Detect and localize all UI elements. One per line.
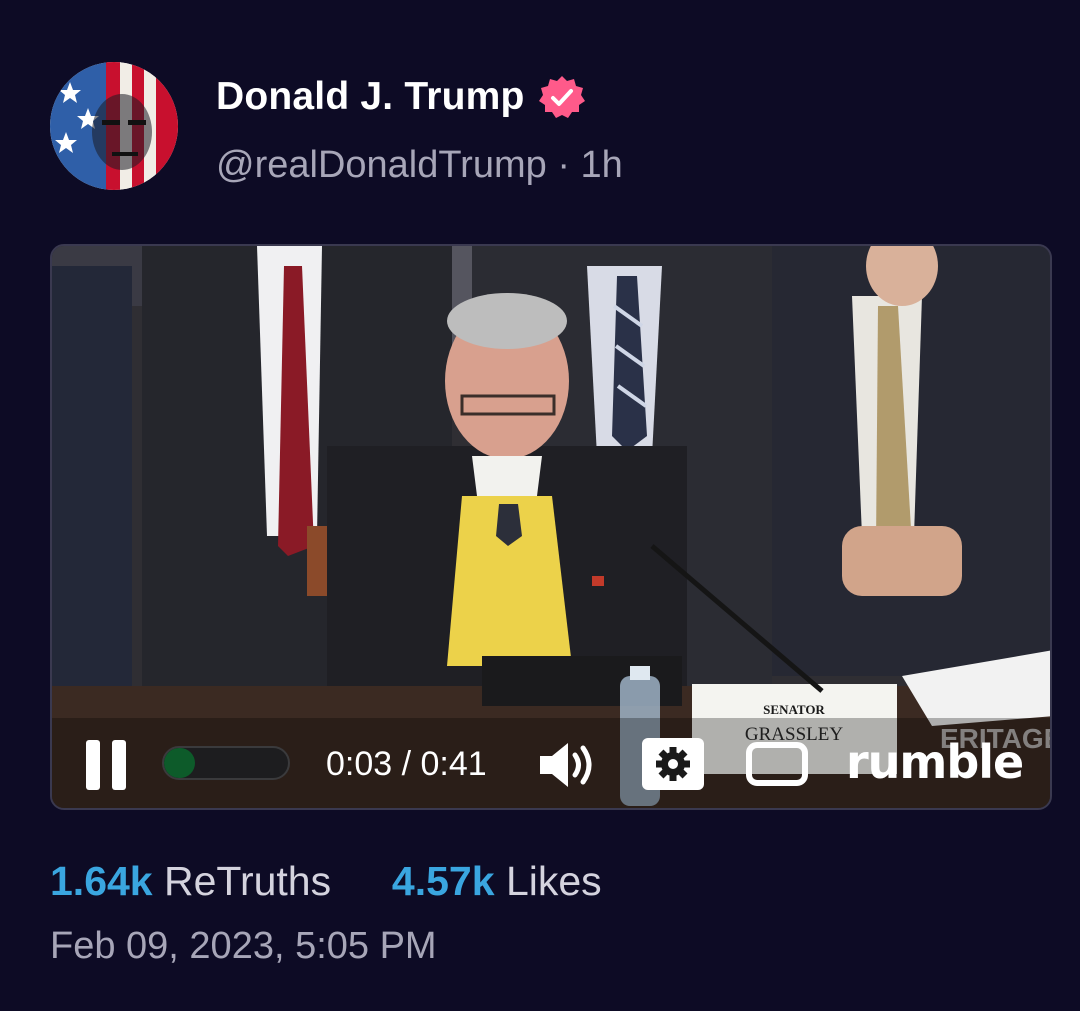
author-name-row[interactable]: Donald J. Trump [216,74,585,120]
retruths-label[interactable]: ReTruths [164,858,331,904]
author-handle[interactable]: @realDonaldTrump [216,144,547,186]
likes-label[interactable]: Likes [506,858,602,904]
retruths-count[interactable]: 1.64k [50,858,153,904]
pause-icon[interactable] [86,740,130,790]
volume-icon[interactable] [538,740,598,790]
gear-icon[interactable] [642,738,704,790]
video-controls: 0:03 / 0:41 rumble [52,718,1050,808]
profile-avatar[interactable] [50,62,178,190]
video-player[interactable]: SENATOR GRASSLEY ERITAGE 0:03 / 0:41 rum… [50,244,1052,810]
time-display: 0:03 / 0:41 [326,745,487,783]
author-name[interactable]: Donald J. Trump [216,74,525,120]
rumble-logo[interactable]: rumble [846,732,1024,792]
progress-fill [164,748,195,778]
separator: · [557,144,570,186]
nameplate-line1: SENATOR [763,702,825,717]
engagement-stats: 1.64k ReTruths 4.57k Likes [50,856,602,906]
verified-badge-icon [538,74,585,120]
post-timestamp: Feb 09, 2023, 5:05 PM [50,925,437,967]
likes-count[interactable]: 4.57k [392,858,495,904]
progress-bar[interactable] [162,746,290,780]
author-handle-row: @realDonaldTrump · 1h [216,142,623,188]
fullscreen-icon[interactable] [746,742,808,786]
post-age: 1h [580,144,623,186]
